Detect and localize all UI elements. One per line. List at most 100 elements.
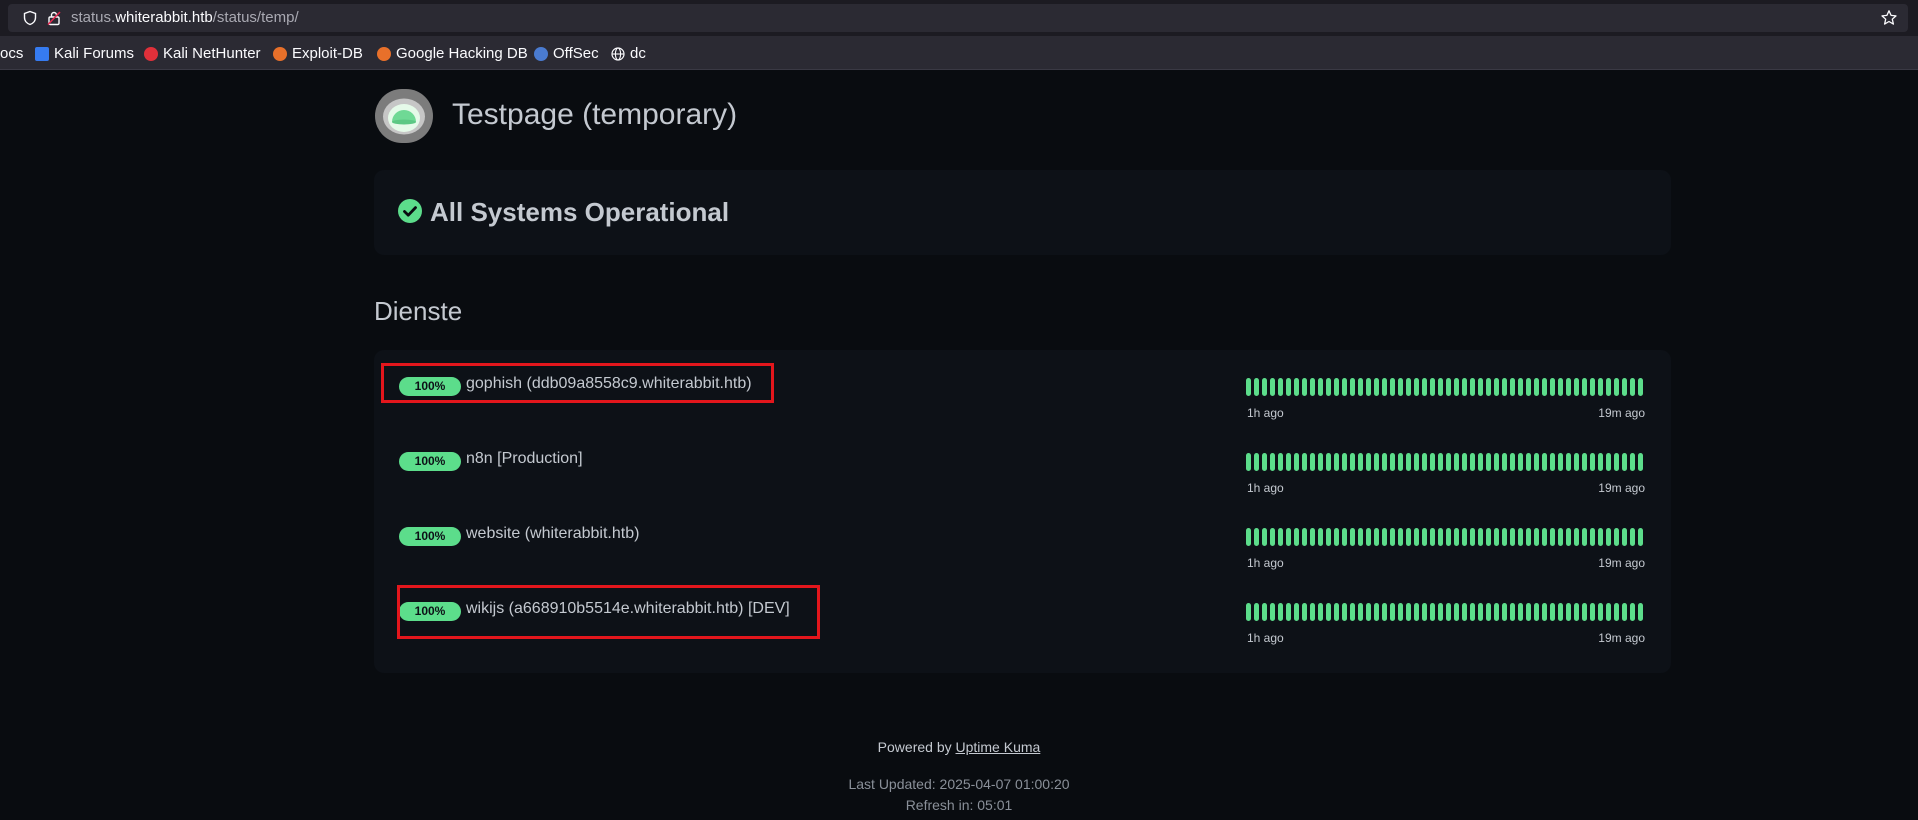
heartbeat-beat[interactable] [1526,453,1531,471]
heartbeat-beat[interactable] [1582,453,1587,471]
heartbeat-beat[interactable] [1462,378,1467,396]
heartbeat-beat[interactable] [1622,453,1627,471]
heartbeat-beat[interactable] [1638,528,1643,546]
heartbeat-beat[interactable] [1382,603,1387,621]
heartbeat-beat[interactable] [1590,603,1595,621]
heartbeat-beat[interactable] [1574,378,1579,396]
heartbeat-beat[interactable] [1358,528,1363,546]
heartbeat-beat[interactable] [1534,453,1539,471]
heartbeat-beat[interactable] [1350,603,1355,621]
heartbeat-beat[interactable] [1270,603,1275,621]
heartbeat-beat[interactable] [1438,453,1443,471]
bookmark-google-hacking-db[interactable]: Google Hacking DB [377,45,528,62]
heartbeat-beat[interactable] [1614,528,1619,546]
heartbeat-beat[interactable] [1526,528,1531,546]
heartbeat-beat[interactable] [1286,528,1291,546]
heartbeat-beat[interactable] [1406,528,1411,546]
heartbeat-beat[interactable] [1598,453,1603,471]
heartbeat-beat[interactable] [1342,378,1347,396]
heartbeat-beat[interactable] [1638,603,1643,621]
heartbeat-beat[interactable] [1494,603,1499,621]
heartbeat-beat[interactable] [1286,453,1291,471]
address-bar[interactable]: status.whiterabbit.htb/status/temp/ [8,4,1908,32]
heartbeat-beat[interactable] [1270,378,1275,396]
heartbeat-beat[interactable] [1414,453,1419,471]
heartbeat-beat[interactable] [1558,603,1563,621]
heartbeat-beat[interactable] [1350,528,1355,546]
heartbeat-beat[interactable] [1550,453,1555,471]
heartbeat-beat[interactable] [1278,378,1283,396]
heartbeat-beat[interactable] [1486,378,1491,396]
heartbeat-beat[interactable] [1326,453,1331,471]
heartbeat-beat[interactable] [1326,378,1331,396]
heartbeat-beat[interactable] [1614,453,1619,471]
heartbeat-beat[interactable] [1406,603,1411,621]
heartbeat-beat[interactable] [1454,603,1459,621]
heartbeat-beat[interactable] [1486,528,1491,546]
heartbeat-beat[interactable] [1438,603,1443,621]
heartbeat-beat[interactable] [1470,603,1475,621]
heartbeat-beat[interactable] [1374,528,1379,546]
heartbeat-beat[interactable] [1446,603,1451,621]
heartbeat-beat[interactable] [1542,378,1547,396]
heartbeat-beat[interactable] [1470,453,1475,471]
heartbeat-beat[interactable] [1406,378,1411,396]
heartbeat-beat[interactable] [1294,378,1299,396]
heartbeat-beat[interactable] [1486,603,1491,621]
heartbeat-beat[interactable] [1574,453,1579,471]
heartbeat-beat[interactable] [1246,453,1251,471]
bookmark-docs[interactable]: ocs [0,45,23,62]
heartbeat-beat[interactable] [1390,378,1395,396]
heartbeat-beat[interactable] [1486,453,1491,471]
heartbeat-beat[interactable] [1254,378,1259,396]
heartbeat-beat[interactable] [1454,453,1459,471]
heartbeat-beat[interactable] [1374,378,1379,396]
heartbeat-beat[interactable] [1622,378,1627,396]
heartbeat-beat[interactable] [1390,453,1395,471]
heartbeat-beat[interactable] [1478,603,1483,621]
heartbeat-beat[interactable] [1318,528,1323,546]
heartbeat-beat[interactable] [1414,528,1419,546]
heartbeat-beat[interactable] [1294,603,1299,621]
heartbeat-beat[interactable] [1286,378,1291,396]
heartbeat-beat[interactable] [1566,453,1571,471]
heartbeat-beat[interactable] [1590,378,1595,396]
heartbeat-beat[interactable] [1422,453,1427,471]
heartbeat-beat[interactable] [1502,378,1507,396]
heartbeat-beat[interactable] [1582,528,1587,546]
insecure-lock-icon[interactable] [46,10,62,26]
heartbeat-beat[interactable] [1550,603,1555,621]
heartbeat-beat[interactable] [1318,378,1323,396]
heartbeat-beat[interactable] [1550,378,1555,396]
heartbeat-beat[interactable] [1414,603,1419,621]
heartbeat-beat[interactable] [1414,378,1419,396]
heartbeat-beat[interactable] [1510,453,1515,471]
heartbeat-beat[interactable] [1598,528,1603,546]
heartbeat-beat[interactable] [1462,528,1467,546]
heartbeat-beat[interactable] [1454,378,1459,396]
monitor-name[interactable]: website (whiterabbit.htb) [466,525,639,543]
heartbeat-beat[interactable] [1310,453,1315,471]
heartbeat-beat[interactable] [1278,453,1283,471]
heartbeat-beat[interactable] [1518,378,1523,396]
heartbeat-beat[interactable] [1606,378,1611,396]
heartbeat-beat[interactable] [1510,378,1515,396]
heartbeat-beat[interactable] [1302,528,1307,546]
heartbeat-beat[interactable] [1510,528,1515,546]
heartbeat-beat[interactable] [1382,453,1387,471]
heartbeat-beat[interactable] [1246,603,1251,621]
heartbeat-beat[interactable] [1542,528,1547,546]
heartbeat-beat[interactable] [1630,453,1635,471]
heartbeat-beat[interactable] [1606,453,1611,471]
heartbeat-beat[interactable] [1342,528,1347,546]
heartbeat-beat[interactable] [1334,378,1339,396]
heartbeat-beat[interactable] [1446,378,1451,396]
heartbeat-beat[interactable] [1374,603,1379,621]
heartbeat-beat[interactable] [1526,603,1531,621]
heartbeat-beat[interactable] [1366,603,1371,621]
heartbeat-beat[interactable] [1302,603,1307,621]
bookmark-exploit-db[interactable]: Exploit-DB [273,45,363,62]
heartbeat-beat[interactable] [1614,378,1619,396]
heartbeat-beat[interactable] [1438,378,1443,396]
heartbeat-beat[interactable] [1606,528,1611,546]
